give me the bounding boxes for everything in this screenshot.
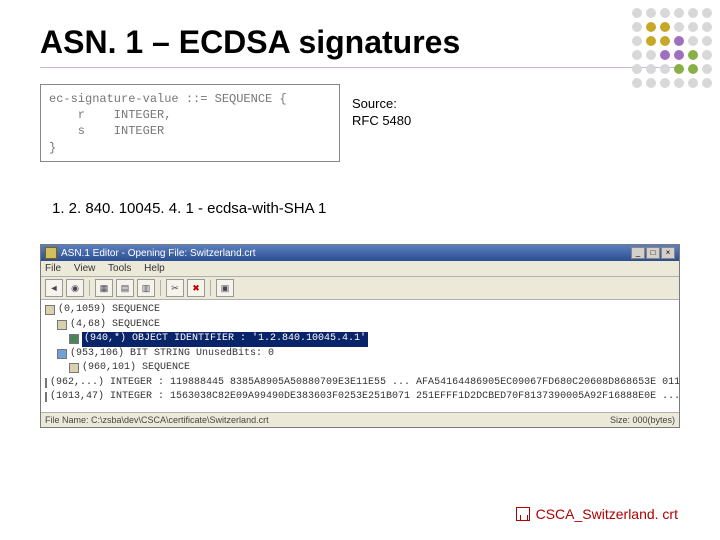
asn-definition-box: ec-signature-value ::= SEQUENCE { r INTE…	[40, 84, 340, 162]
footer-filename: CSCA_Switzerland. crt	[516, 506, 678, 522]
ornament-dot	[702, 22, 712, 32]
minimize-button[interactable]: _	[631, 247, 645, 259]
menu-help[interactable]: Help	[144, 263, 165, 274]
ornament-dot	[660, 8, 670, 18]
toolbar-button[interactable]: ◄	[45, 279, 63, 297]
tree-row[interactable]: (4,68) SEQUENCE	[45, 318, 675, 333]
tree-text: (1013,47) INTEGER : 1563038C82E09A99490D…	[50, 390, 679, 405]
toolbar: ◄ ◉ ▦ ▤ ▥ ✂ ✖ ▣	[41, 277, 679, 300]
ornament-dot	[674, 64, 684, 74]
integer-icon	[45, 392, 47, 402]
maximize-button[interactable]: □	[646, 247, 660, 259]
bitstring-icon	[57, 349, 67, 359]
ornament-dot	[674, 50, 684, 60]
oid-description: 1. 2. 840. 10045. 4. 1 - ecdsa-with-SHA …	[52, 200, 326, 217]
tree-row[interactable]: (953,106) BIT STRING UnusedBits: 0	[45, 347, 675, 362]
ornament-dot	[632, 50, 642, 60]
toolbar-separator	[89, 280, 90, 296]
tree-oid-value: '1.2.840.10045.4.1'	[252, 333, 366, 344]
ornament-dot	[688, 78, 698, 88]
slide-title: ASN. 1 – ECDSA signatures	[40, 24, 460, 61]
oid-icon	[69, 334, 79, 344]
ornament-dot	[688, 64, 698, 74]
ornament-dot	[674, 36, 684, 46]
ornament-dot	[646, 8, 656, 18]
asn1-editor-window: ASN.1 Editor - Opening File: Switzerland…	[40, 244, 680, 428]
tree-text: (4,68) SEQUENCE	[70, 318, 160, 333]
ornament-dot	[660, 36, 670, 46]
ornament-dot	[688, 8, 698, 18]
ornament-dot	[702, 50, 712, 60]
ornament-dot	[660, 64, 670, 74]
source-label: Source:	[352, 96, 411, 113]
ornament-dot	[660, 78, 670, 88]
disk-icon	[516, 507, 530, 521]
ornament-dot	[674, 22, 684, 32]
app-icon	[45, 247, 57, 259]
footer-text: CSCA_Switzerland. crt	[536, 506, 678, 522]
toolbar-button[interactable]: ▥	[137, 279, 155, 297]
tree-row[interactable]: (962,...) INTEGER : 119888445 8385A8905A…	[45, 376, 675, 391]
ornament-dot	[702, 36, 712, 46]
ornament-dot	[646, 78, 656, 88]
toolbar-button[interactable]: ▣	[216, 279, 234, 297]
ornament-dot	[688, 36, 698, 46]
divider	[40, 67, 680, 68]
ornament-dot	[674, 8, 684, 18]
ornament-dot	[646, 36, 656, 46]
status-filename: File Name: C:\zsba\dev\CSCA\certificate\…	[45, 415, 269, 425]
tree-row-selected[interactable]: (940,*) OBJECT IDENTIFIER : '1.2.840.100…	[45, 332, 675, 347]
ornament-dot	[674, 78, 684, 88]
close-button[interactable]: ×	[661, 247, 675, 259]
ornament-dot	[688, 50, 698, 60]
tree-text: (940,*) OBJECT IDENTIFIER :	[84, 333, 252, 344]
window-controls: _ □ ×	[631, 247, 675, 259]
ornament-dot	[632, 36, 642, 46]
tree-text: (953,106) BIT STRING UnusedBits: 0	[70, 347, 274, 362]
toolbar-button[interactable]: ◉	[66, 279, 84, 297]
ornament-dot	[688, 22, 698, 32]
toolbar-separator	[210, 280, 211, 296]
tree-text: (962,...) INTEGER : 119888445 8385A8905A…	[50, 376, 679, 391]
status-bar: File Name: C:\zsba\dev\CSCA\certificate\…	[41, 412, 679, 427]
tree-row[interactable]: (960,101) SEQUENCE	[45, 361, 675, 376]
tree-text: (960,101) SEQUENCE	[82, 361, 190, 376]
sequence-icon	[57, 320, 67, 330]
window-title: ASN.1 Editor - Opening File: Switzerland…	[61, 248, 256, 259]
toolbar-button[interactable]: ▦	[95, 279, 113, 297]
ornament-dot	[646, 64, 656, 74]
ornament-dot	[632, 64, 642, 74]
ornament-dot	[660, 50, 670, 60]
ornament-dot	[632, 8, 642, 18]
asn1-tree-view[interactable]: (0,1059) SEQUENCE (4,68) SEQUENCE (940,*…	[41, 300, 679, 412]
dot-ornament	[632, 8, 712, 88]
toolbar-button[interactable]: ✂	[166, 279, 184, 297]
integer-icon	[45, 378, 47, 388]
toolbar-button[interactable]: ✖	[187, 279, 205, 297]
source-citation: Source: RFC 5480	[352, 96, 411, 130]
ornament-dot	[632, 22, 642, 32]
menu-bar: File View Tools Help	[41, 261, 679, 277]
tree-row[interactable]: (1013,47) INTEGER : 1563038C82E09A99490D…	[45, 390, 675, 405]
ornament-dot	[646, 22, 656, 32]
ornament-dot	[702, 78, 712, 88]
status-size: Size: 000(bytes)	[610, 415, 675, 425]
source-value: RFC 5480	[352, 113, 411, 130]
toolbar-button[interactable]: ▤	[116, 279, 134, 297]
toolbar-separator	[160, 280, 161, 296]
menu-tools[interactable]: Tools	[108, 263, 131, 274]
sequence-icon	[69, 363, 79, 373]
menu-file[interactable]: File	[45, 263, 61, 274]
sequence-icon	[45, 305, 55, 315]
window-titlebar: ASN.1 Editor - Opening File: Switzerland…	[41, 245, 679, 261]
ornament-dot	[702, 64, 712, 74]
tree-row[interactable]: (0,1059) SEQUENCE	[45, 303, 675, 318]
ornament-dot	[660, 22, 670, 32]
ornament-dot	[702, 8, 712, 18]
ornament-dot	[646, 50, 656, 60]
ornament-dot	[632, 78, 642, 88]
tree-text: (0,1059) SEQUENCE	[58, 303, 160, 318]
menu-view[interactable]: View	[74, 263, 96, 274]
